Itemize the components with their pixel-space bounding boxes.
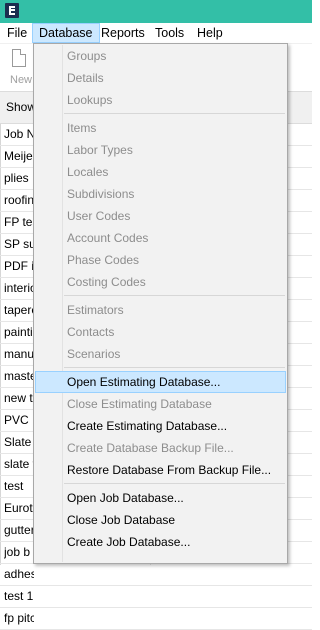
- menu-item-phase-codes[interactable]: Phase Codes: [35, 249, 286, 271]
- new-button-label[interactable]: New: [10, 74, 32, 86]
- menu-item-contacts[interactable]: Contacts: [35, 321, 286, 343]
- job-name-cell: SP sur: [4, 237, 34, 251]
- database-menu-dropdown: Groups Details Lookups Items Labor Types Loca…: [33, 43, 288, 564]
- table-row[interactable]: fp pitc: [0, 608, 312, 630]
- menu-database[interactable]: Database: [32, 23, 100, 43]
- menu-item-scenarios[interactable]: Scenarios: [35, 343, 286, 365]
- menu-item-create-estimating-database[interactable]: Create Estimating Database...: [35, 415, 286, 437]
- menu-item-labor-types[interactable]: Labor Types: [35, 139, 286, 161]
- menu-item-create-job-database[interactable]: Create Job Database...: [35, 531, 286, 553]
- menu-item-user-codes[interactable]: User Codes: [35, 205, 286, 227]
- menu-item-subdivisions[interactable]: Subdivisions: [35, 183, 286, 205]
- menu-separator: [64, 295, 285, 296]
- job-name-cell: tapere: [4, 303, 34, 317]
- menu-bar: File Database Reports Tools Help: [0, 23, 312, 44]
- menu-help[interactable]: Help: [191, 23, 229, 43]
- menu-reports[interactable]: Reports: [95, 23, 151, 43]
- job-name-cell: new ti: [4, 391, 34, 405]
- menu-item-lookups[interactable]: Lookups: [35, 89, 286, 111]
- job-name-cell: roofing: [4, 193, 34, 207]
- menu-item-groups[interactable]: Groups: [35, 45, 286, 67]
- job-name-cell: interio: [4, 281, 34, 295]
- table-row[interactable]: test 1: [0, 586, 312, 608]
- menu-item-open-estimating-database[interactable]: Open Estimating Database...: [35, 371, 286, 393]
- job-name-cell: test: [4, 479, 24, 493]
- app-logo-icon: [5, 3, 19, 18]
- job-name-cell: plies: [4, 171, 29, 185]
- menu-separator: [64, 367, 285, 368]
- job-name-cell: paintin: [4, 325, 34, 339]
- menu-item-close-estimating-database[interactable]: Close Estimating Database: [35, 393, 286, 415]
- job-name-cell: test 1: [4, 589, 34, 603]
- menu-item-restore-database-from-backup-file[interactable]: Restore Database From Backup File...: [35, 459, 286, 481]
- menu-separator: [64, 483, 285, 484]
- menu-item-create-database-backup-file[interactable]: Create Database Backup File...: [35, 437, 286, 459]
- job-name-cell: Job N: [4, 127, 34, 141]
- menu-item-details[interactable]: Details: [35, 67, 286, 89]
- menu-tools[interactable]: Tools: [149, 23, 190, 43]
- job-name-cell: PDF in: [4, 259, 34, 273]
- job-name-cell: job b: [4, 545, 31, 559]
- show-label: Show: [6, 100, 37, 114]
- job-name-cell: slate t: [4, 457, 34, 471]
- menu-item-estimators[interactable]: Estimators: [35, 299, 286, 321]
- job-name-cell: PVC: [4, 413, 29, 427]
- job-name-cell: FP tes: [4, 215, 34, 229]
- job-name-cell: maste: [4, 369, 34, 383]
- job-name-cell: gutter: [4, 523, 34, 537]
- menu-item-locales[interactable]: Locales: [35, 161, 286, 183]
- new-document-icon[interactable]: [12, 49, 26, 67]
- job-name-cell: adhes: [4, 567, 34, 581]
- menu-item-close-job-database[interactable]: Close Job Database: [35, 509, 286, 531]
- menu-item-account-codes[interactable]: Account Codes: [35, 227, 286, 249]
- job-name-cell: manua: [4, 347, 34, 361]
- menu-item-costing-codes[interactable]: Costing Codes: [35, 271, 286, 293]
- job-name-cell: fp pitc: [4, 611, 34, 625]
- menu-item-open-job-database[interactable]: Open Job Database...: [35, 487, 286, 509]
- menu-file[interactable]: File: [1, 23, 33, 43]
- menu-item-items[interactable]: Items: [35, 117, 286, 139]
- job-name-cell: Eurote: [4, 501, 34, 515]
- job-name-cell: Slate: [4, 435, 32, 449]
- job-name-cell: Meijer: [4, 149, 34, 163]
- title-bar: [0, 0, 312, 23]
- menu-separator: [64, 113, 285, 114]
- table-row[interactable]: adhes: [0, 564, 312, 586]
